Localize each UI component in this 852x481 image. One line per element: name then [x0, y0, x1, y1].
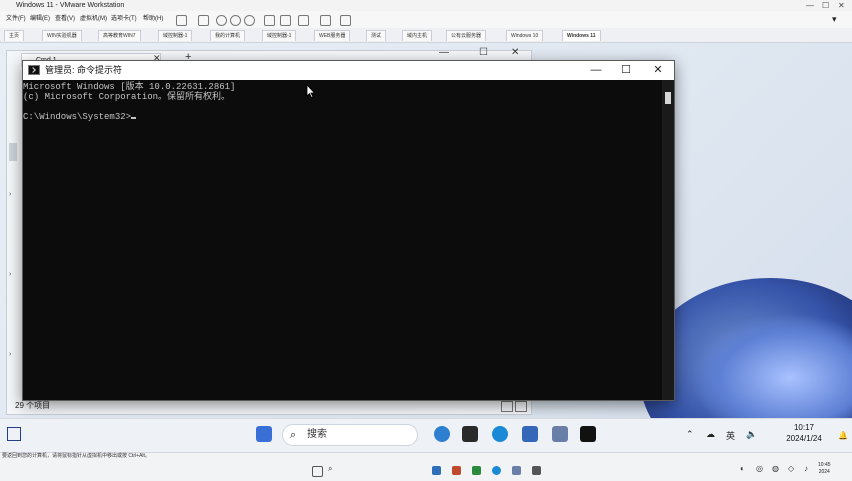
explorer-expand-chevron-icon[interactable]: ›	[9, 351, 17, 358]
snapshot-icon[interactable]	[216, 15, 227, 26]
tab-vm-8[interactable]: 域内主机	[402, 30, 433, 41]
network-icon[interactable]: ☁	[706, 429, 715, 440]
volume-icon[interactable]: 🔈	[746, 429, 757, 440]
clock-time: 10:17	[793, 423, 815, 432]
input-language-indicator[interactable]: 英	[726, 429, 735, 442]
tab-vm-10[interactable]: Windows 10	[506, 30, 544, 41]
tab-vm-6[interactable]: WEB服务器	[314, 30, 351, 41]
host-folder-icon[interactable]	[512, 466, 521, 475]
console-output[interactable]: Microsoft Windows [版本 10.0.22631.2861] (c…	[23, 80, 661, 402]
explorer-minimize-icon[interactable]: —	[439, 47, 449, 58]
tab-vm-1[interactable]: WIN实验机器	[42, 30, 82, 41]
host-app-icon[interactable]	[432, 466, 441, 475]
explorer-maximize-icon[interactable]: ☐	[479, 47, 488, 58]
console-view-icon[interactable]	[298, 15, 309, 26]
menu-help[interactable]: 帮助(H)	[143, 11, 163, 28]
console-prompt: C:\Windows\System32>	[23, 112, 132, 122]
host-tray-icon[interactable]: ◎	[756, 464, 763, 473]
host-app-icon[interactable]	[452, 466, 461, 475]
cmd-window-title: 管理员: 命令提示符	[45, 65, 123, 75]
clock-date: 2024/1/24	[786, 434, 822, 443]
menu-tabs[interactable]: 选项卡(T)	[111, 11, 137, 28]
terminal-icon[interactable]	[580, 426, 596, 442]
fullscreen-icon[interactable]	[320, 15, 331, 26]
host-browser-icon[interactable]	[492, 466, 501, 475]
menu-edit[interactable]: 编辑(E)	[30, 11, 50, 28]
host-tray-icon[interactable]: ◐	[740, 464, 745, 473]
taskbar-clock[interactable]: 10:17 2024/1/24	[774, 422, 834, 444]
explorer-expand-chevron-icon[interactable]: ›	[9, 271, 17, 278]
host-clock[interactable]: 10:45 2024	[818, 462, 831, 476]
notification-bell-icon[interactable]: 🔔	[838, 431, 848, 440]
cmd-minimize-button[interactable]: —	[581, 61, 611, 80]
pause-icon[interactable]	[176, 15, 187, 26]
command-prompt-window[interactable]: 管理员: 命令提示符 — ☐ ✕ Microsoft Windows [版本 1…	[22, 60, 675, 401]
tab-home[interactable]: 主页	[4, 30, 25, 41]
tab-vm-active[interactable]: Windows 11	[562, 30, 601, 41]
host-vmware-icon[interactable]	[532, 466, 541, 475]
explorer-nav-pane-handle[interactable]	[9, 143, 17, 161]
revert-snapshot-icon[interactable]	[230, 15, 241, 26]
console-prompt-line[interactable]: C:\Windows\System32>	[23, 112, 661, 122]
console-line: Microsoft Windows [版本 10.0.22631.2861]	[23, 82, 236, 92]
explorer-close-icon[interactable]: ✕	[511, 47, 519, 58]
cmd-titlebar[interactable]: 管理员: 命令提示符 — ☐ ✕	[23, 61, 674, 80]
tab-vm-9[interactable]: 公有云服务器	[446, 30, 487, 41]
send-ctrl-alt-del-icon[interactable]	[198, 15, 209, 26]
vmware-input-hint: 要返回到您的计算机，请将鼠标指针从虚拟机中移出或按 Ctrl+Alt。	[2, 453, 150, 459]
file-explorer-icon[interactable]	[552, 426, 568, 442]
taskbar-search-box[interactable]: ⌕ 搜索	[282, 424, 418, 446]
show-library-icon[interactable]	[264, 15, 275, 26]
vmware-vm-tabs: 主页 WIN实验机器 高等教育WIN7 域控制器-1 我的计算机 域控制器-1 …	[0, 28, 852, 43]
menu-view[interactable]: 查看(V)	[55, 11, 75, 28]
search-icon: ⌕	[290, 429, 297, 441]
cmd-maximize-button[interactable]: ☐	[611, 61, 641, 80]
console-line: (c) Microsoft Corporation。保留所有权利。	[23, 92, 231, 102]
host-tray-icon[interactable]: ◍	[772, 464, 779, 473]
host-volume-icon[interactable]: ♪	[804, 464, 808, 473]
menu-vm[interactable]: 虚拟机(M)	[80, 11, 107, 28]
show-desktop-widget-icon[interactable]	[7, 427, 21, 441]
host-status-bar: 要返回到您的计算机，请将鼠标指针从虚拟机中移出或按 Ctrl+Alt。 ⌕ ◐ …	[0, 452, 852, 481]
host-clock-time: 10:45	[818, 462, 831, 468]
guest-taskbar: ⌕ 搜索 ⌃ ☁ 英 🔈 10:17 2024/1/24 🔔	[0, 418, 852, 453]
show-hidden-icons-chevron-icon[interactable]: ⌃	[686, 429, 694, 440]
search-placeholder: 搜索	[307, 429, 327, 440]
cmd-scrollbar-thumb[interactable]	[665, 92, 671, 104]
tab-vm-2[interactable]: 高等教育WIN7	[98, 30, 141, 41]
vmware-minimize-button[interactable]: —	[806, 0, 814, 11]
vmware-menu-chevron-icon[interactable]: ▾	[832, 11, 837, 28]
tiles-view-icon[interactable]	[515, 401, 527, 412]
copilot-icon[interactable]	[434, 426, 450, 442]
vmware-close-button[interactable]: ✕	[838, 0, 845, 11]
vmware-menubar: 文件(F) 编辑(E) 查看(V) 虚拟机(M) 选项卡(T) 帮助(H) ▾	[0, 11, 852, 29]
host-search-icon[interactable]: ⌕	[328, 464, 332, 474]
cmd-close-button[interactable]: ✕	[643, 61, 673, 80]
vmware-window-title: Windows 11 - VMware Workstation	[16, 2, 125, 9]
tab-vm-3[interactable]: 域控制器-1	[158, 30, 193, 41]
edge-browser-icon[interactable]	[492, 426, 508, 442]
start-windows-icon[interactable]	[256, 426, 272, 442]
host-clock-year: 2024	[818, 469, 830, 475]
manage-snapshots-icon[interactable]	[244, 15, 255, 26]
thumbnail-icon[interactable]	[280, 15, 291, 26]
details-view-icon[interactable]	[501, 401, 513, 412]
tab-vm-5[interactable]: 域控制器-1	[262, 30, 297, 41]
menu-file[interactable]: 文件(F)	[6, 11, 26, 28]
cmd-scrollbar[interactable]	[662, 80, 674, 400]
host-app-icon[interactable]	[472, 466, 481, 475]
host-tray-icon[interactable]: ◇	[788, 464, 794, 473]
host-start-icon[interactable]	[312, 466, 323, 477]
console-cursor	[131, 117, 137, 119]
explorer-expand-chevron-icon[interactable]: ›	[9, 191, 17, 198]
vmware-maximize-button[interactable]: ☐	[822, 0, 829, 11]
tab-vm-7[interactable]: 测试	[366, 30, 387, 41]
tab-vm-4[interactable]: 我的计算机	[210, 30, 246, 41]
store-icon[interactable]	[522, 426, 538, 442]
task-view-icon[interactable]	[462, 426, 478, 442]
unity-icon[interactable]	[340, 15, 351, 26]
cmd-app-icon	[28, 65, 40, 75]
